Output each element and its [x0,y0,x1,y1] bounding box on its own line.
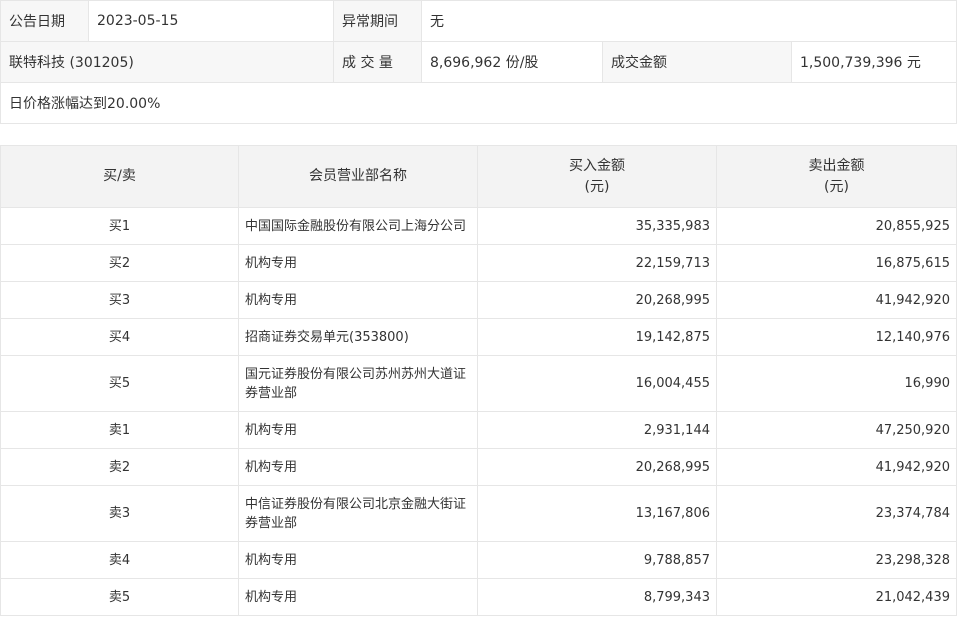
header-buy-line1: 买入金额 [569,157,625,174]
row-dept: 机构专用 [238,281,478,319]
table-row: 卖5 机构专用 8,799,343 21,042,439 [0,578,957,616]
abnormal-period-label: 异常期间 [333,0,422,42]
abnormal-reason: 日价格涨幅达到20.00% [0,82,957,124]
row-side: 卖3 [0,485,239,542]
row-side: 买1 [0,207,239,245]
row-dept: 招商证券交易单元(353800) [238,318,478,356]
row-buy: 20,268,995 [477,448,717,486]
row-side: 卖2 [0,448,239,486]
row-buy: 16,004,455 [477,355,717,412]
row-side: 卖5 [0,578,239,616]
row-sell: 12,140,976 [716,318,957,356]
header-buy-line2: (元) [584,178,610,195]
row-sell: 16,990 [716,355,957,412]
table-row: 买5 国元证券股份有限公司苏州苏州大道证券营业部 16,004,455 16,9… [0,355,957,412]
row-sell: 41,942,920 [716,281,957,319]
header-dept: 会员营业部名称 [238,145,478,208]
row-side: 买3 [0,281,239,319]
row-buy: 13,167,806 [477,485,717,542]
row-side: 卖1 [0,411,239,449]
row-sell: 23,298,328 [716,541,957,579]
row-dept: 机构专用 [238,448,478,486]
stock-name: 联特科技 (301205) [0,41,334,83]
row-buy: 22,159,713 [477,244,717,282]
row-buy: 20,268,995 [477,281,717,319]
row-dept: 机构专用 [238,411,478,449]
volume-label: 成 交 量 [333,41,422,83]
abnormal-period-value: 无 [420,0,957,42]
turnover-label: 成交金额 [602,41,792,83]
row-sell: 21,042,439 [716,578,957,616]
row-sell: 20,855,925 [716,207,957,245]
row-buy: 2,931,144 [477,411,717,449]
row-side: 买5 [0,355,239,412]
volume-value: 8,696,962 份/股 [421,41,603,83]
table-row: 买2 机构专用 22,159,713 16,875,615 [0,244,957,282]
row-buy: 19,142,875 [477,318,717,356]
row-dept: 国元证券股份有限公司苏州苏州大道证券营业部 [238,355,478,412]
table-row: 卖4 机构专用 9,788,857 23,298,328 [0,541,957,579]
table-row: 买4 招商证券交易单元(353800) 19,142,875 12,140,97… [0,318,957,356]
row-buy: 35,335,983 [477,207,717,245]
row-dept: 中信证券股份有限公司北京金融大街证券营业部 [238,485,478,542]
row-sell: 41,942,920 [716,448,957,486]
row-buy: 8,799,343 [477,578,717,616]
stock-info-table: 公告日期 2023-05-15 异常期间 无 联特科技 (301205) 成 交… [0,0,957,124]
table-row: 卖3 中信证券股份有限公司北京金融大街证券营业部 13,167,806 23,3… [0,485,957,542]
trading-departments-table: 买/卖 会员营业部名称 买入金额 (元) 卖出金额 (元) 买1 中国国际金融股… [0,145,957,616]
row-sell: 23,374,784 [716,485,957,542]
table-row: 卖1 机构专用 2,931,144 47,250,920 [0,411,957,449]
table-row: 卖2 机构专用 20,268,995 41,942,920 [0,448,957,486]
row-side: 买4 [0,318,239,356]
announce-date-value: 2023-05-15 [88,0,334,42]
row-side: 卖4 [0,541,239,579]
row-buy: 9,788,857 [477,541,717,579]
header-sell-line2: (元) [824,178,849,195]
announce-date-label: 公告日期 [0,0,89,42]
row-side: 买2 [0,244,239,282]
row-dept: 中国国际金融股份有限公司上海分公司 [238,207,478,245]
header-buy-amount: 买入金额 (元) [477,145,717,208]
row-dept: 机构专用 [238,541,478,579]
header-side: 买/卖 [0,145,239,208]
header-sell-line1: 卖出金额 [808,157,865,174]
table-header-row: 买/卖 会员营业部名称 买入金额 (元) 卖出金额 (元) [0,145,957,208]
turnover-value: 1,500,739,396 元 [790,41,957,83]
table-row: 买1 中国国际金融股份有限公司上海分公司 35,335,983 20,855,9… [0,207,957,245]
table-row: 买3 机构专用 20,268,995 41,942,920 [0,281,957,319]
row-dept: 机构专用 [238,578,478,616]
row-dept: 机构专用 [238,244,478,282]
row-sell: 16,875,615 [716,244,957,282]
row-sell: 47,250,920 [716,411,957,449]
header-sell-amount: 卖出金额 (元) [716,145,957,208]
